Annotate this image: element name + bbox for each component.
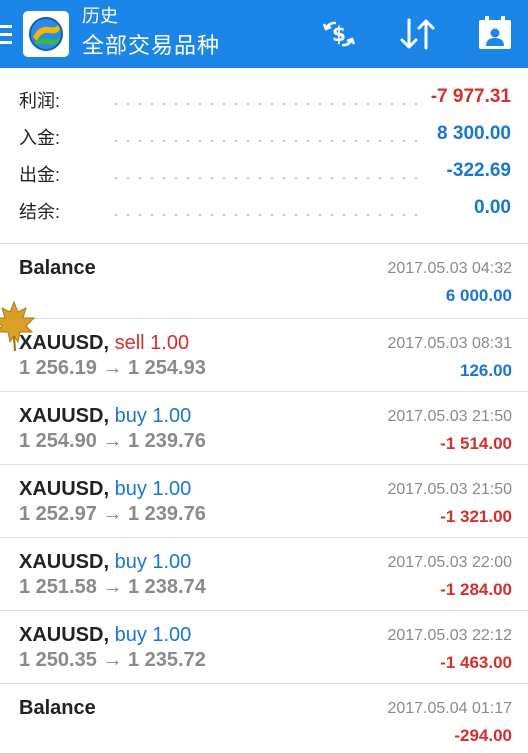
symbol-filter[interactable]: 全部交易品种 <box>82 32 220 60</box>
entry-date: 2017.05.03 04:32 <box>387 260 512 277</box>
close-price: 1 239.76 <box>127 503 206 525</box>
menu-icon[interactable] <box>0 25 12 45</box>
entry-profit: -1 284.00 <box>440 580 512 599</box>
dotted-leader <box>110 214 418 216</box>
entry-title: XAUUSD, buy 1.00 <box>19 405 191 428</box>
calendar-icon[interactable] <box>474 14 516 54</box>
trade-prices: 1 256.19 → 1 254.93 <box>19 357 206 380</box>
trade-type: buy 1.00 <box>114 478 192 500</box>
arrow-icon: → <box>102 649 123 671</box>
history-item-balance[interactable]: Balance 2017.05.03 04:32 6 000.00 <box>0 244 528 317</box>
close-price: 1 238.74 <box>127 576 206 598</box>
entry-title: Balance <box>19 697 96 719</box>
close-price: 1 254.93 <box>127 357 206 379</box>
summary-row-profit: 利润: -7 977.31 <box>0 82 528 119</box>
open-price: 1 250.35 <box>19 649 97 671</box>
summary-row-withdrawal: 出金: -322.69 <box>0 156 528 193</box>
entry-profit: 6 000.00 <box>445 286 512 305</box>
entry-title: Balance <box>19 257 96 279</box>
entry-date: 2017.05.03 21:50 <box>387 408 512 425</box>
trade-prices: 1 251.58 → 1 238.74 <box>19 576 206 599</box>
open-price: 1 256.19 <box>19 357 97 379</box>
entry-title: XAUUSD, buy 1.00 <box>19 551 191 574</box>
entry-date: 2017.05.04 01:17 <box>387 700 512 717</box>
entry-profit: -1 514.00 <box>440 434 512 453</box>
trade-symbol: XAUUSD, <box>19 478 110 500</box>
summary-label: 结余: <box>19 202 61 222</box>
history-item-trade[interactable]: XAUUSD, buy 1.00 1 252.97 → 1 239.76 201… <box>0 465 528 538</box>
dotted-leader <box>110 140 418 142</box>
trade-prices: 1 254.90 → 1 239.76 <box>19 430 206 453</box>
dotted-leader <box>110 177 418 179</box>
trade-symbol: XAUUSD, <box>19 624 110 646</box>
exchange-dollar-icon[interactable]: $ <box>318 14 360 54</box>
entry-title: XAUUSD, sell 1.00 <box>19 332 189 355</box>
entry-date: 2017.05.03 22:00 <box>387 554 512 571</box>
history-item-trade[interactable]: XAUUSD, buy 1.00 1 251.58 → 1 238.74 201… <box>0 538 528 611</box>
arrow-icon: → <box>102 576 123 598</box>
trade-symbol: XAUUSD, <box>19 405 110 427</box>
entry-profit: -1 321.00 <box>440 507 512 526</box>
entry-date: 2017.05.03 21:50 <box>387 481 512 498</box>
summary-value: -322.69 <box>446 160 511 181</box>
trade-type: buy 1.00 <box>114 551 192 573</box>
history-item-balance[interactable]: Balance 2017.05.04 01:17 -294.00 <box>0 684 528 753</box>
entry-profit: -294.00 <box>454 726 512 745</box>
app-header: 历史 全部交易品种 $ <box>0 0 528 68</box>
history-item-trade[interactable]: XAUUSD, buy 1.00 1 254.90 → 1 239.76 201… <box>0 392 528 465</box>
app-logo <box>23 11 69 57</box>
open-price: 1 254.90 <box>19 430 97 452</box>
page-title: 历史 <box>82 6 118 26</box>
entry-profit: -1 463.00 <box>440 653 512 672</box>
history-item-trade[interactable]: XAUUSD, sell 1.00 1 256.19 → 1 254.93 20… <box>0 319 528 392</box>
arrow-icon: → <box>102 357 123 379</box>
summary-label: 入金: <box>19 128 61 148</box>
summary-value: -7 977.31 <box>430 86 511 107</box>
summary-value: 8 300.00 <box>437 123 511 144</box>
summary-section: 利润: -7 977.31 入金: 8 300.00 出金: -322.69 结… <box>0 82 528 230</box>
trade-type: buy 1.00 <box>114 405 192 427</box>
trade-type: buy 1.00 <box>114 624 192 646</box>
close-price: 1 235.72 <box>127 649 206 671</box>
entry-date: 2017.05.03 22:12 <box>387 627 512 644</box>
close-price: 1 239.76 <box>127 430 206 452</box>
open-price: 1 251.58 <box>19 576 97 598</box>
summary-row-balance: 结余: 0.00 <box>0 193 528 230</box>
entry-date: 2017.05.03 08:31 <box>387 335 512 352</box>
trade-prices: 1 250.35 → 1 235.72 <box>19 649 206 672</box>
maple-leaf-icon <box>0 300 36 352</box>
summary-label: 出金: <box>19 165 61 185</box>
arrow-icon: → <box>102 503 123 525</box>
trade-prices: 1 252.97 → 1 239.76 <box>19 503 206 526</box>
sort-icon[interactable] <box>397 14 439 54</box>
summary-row-deposit: 入金: 8 300.00 <box>0 119 528 156</box>
summary-label: 利润: <box>19 91 61 111</box>
trade-type: sell 1.00 <box>114 332 190 354</box>
open-price: 1 252.97 <box>19 503 97 525</box>
entry-title: XAUUSD, buy 1.00 <box>19 624 191 647</box>
dotted-leader <box>110 103 418 105</box>
entry-title: XAUUSD, buy 1.00 <box>19 478 191 501</box>
summary-value: 0.00 <box>474 197 511 218</box>
arrow-icon: → <box>102 430 123 452</box>
trade-symbol: XAUUSD, <box>19 551 110 573</box>
entry-profit: 126.00 <box>460 361 512 380</box>
history-item-trade[interactable]: XAUUSD, buy 1.00 1 250.35 → 1 235.72 201… <box>0 611 528 684</box>
svg-text:$: $ <box>332 22 346 46</box>
